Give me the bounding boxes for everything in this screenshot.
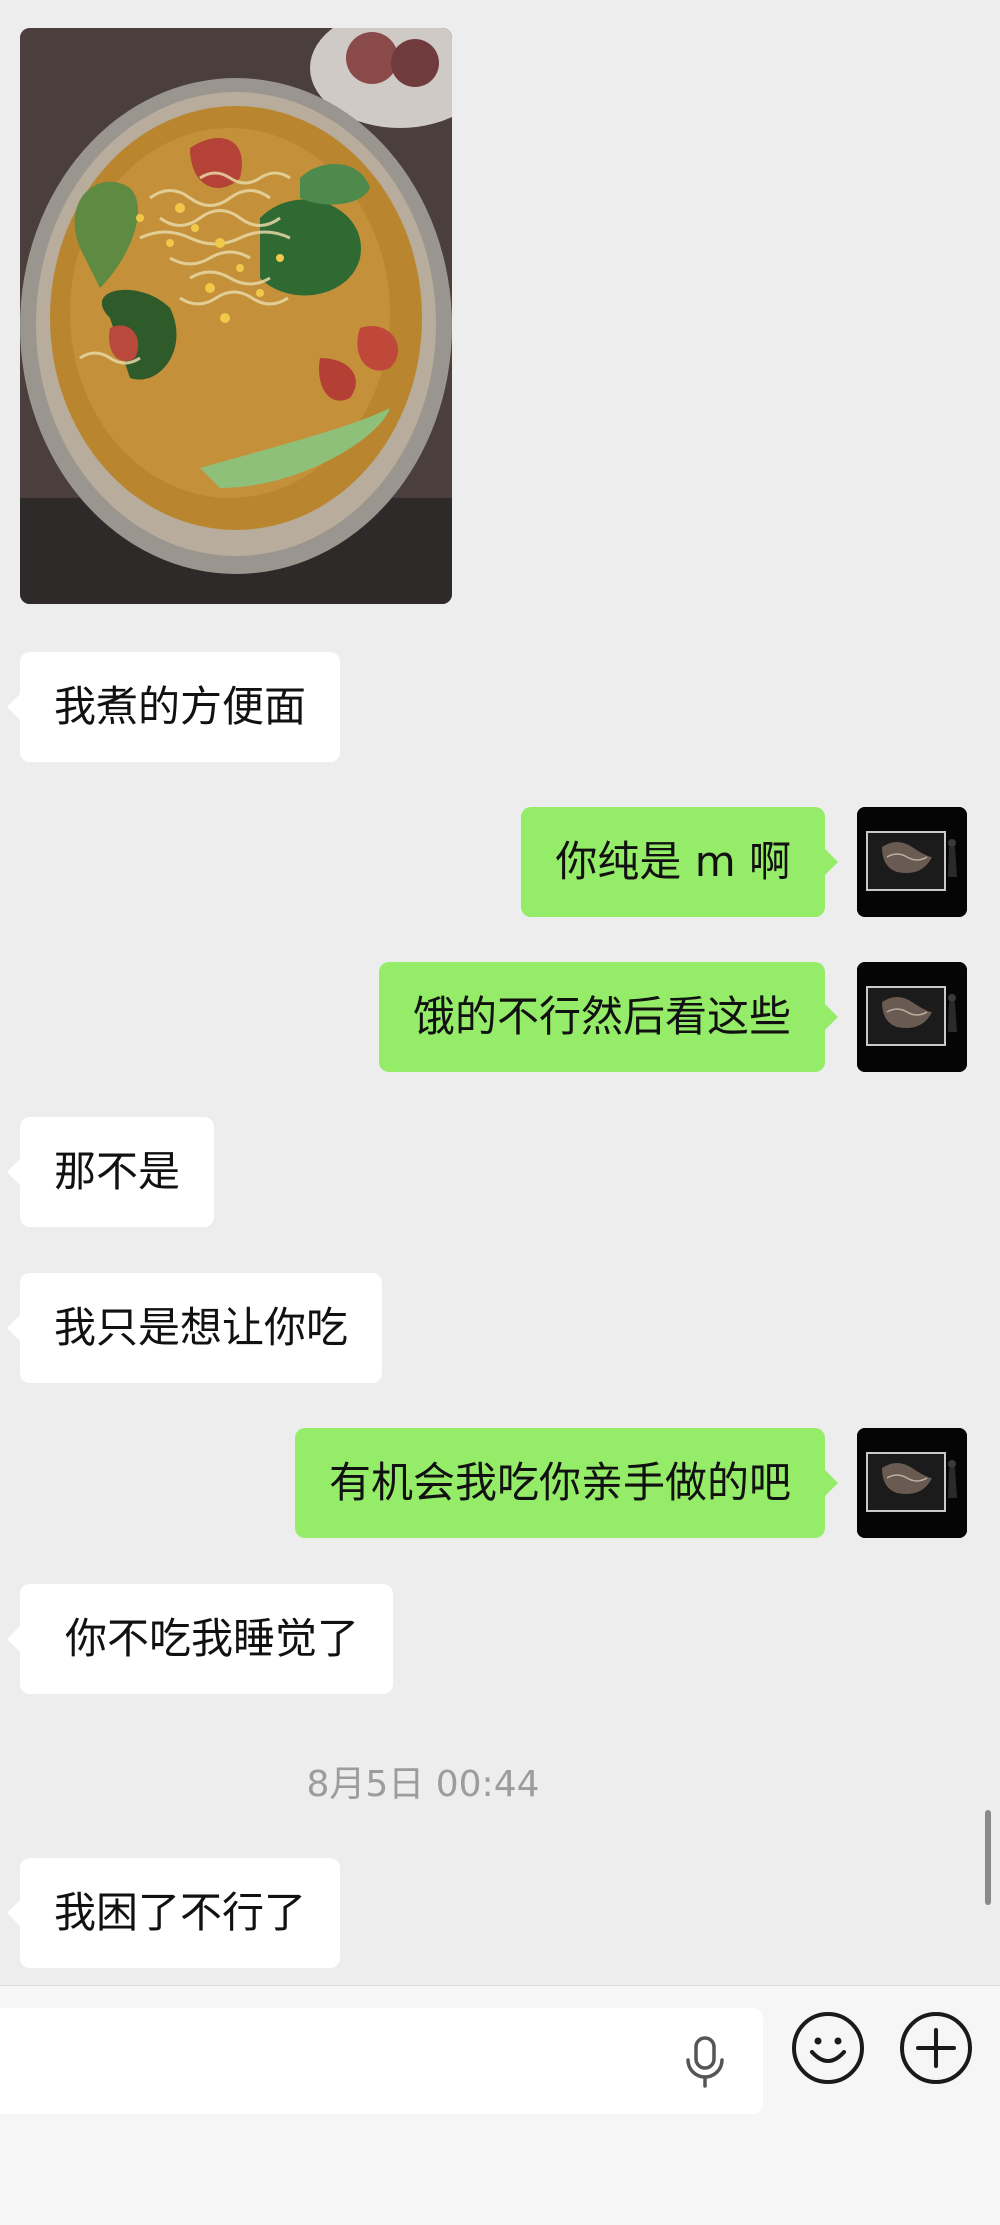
avatar-image-icon xyxy=(857,1428,967,1538)
emoji-smile-icon xyxy=(810,2037,846,2063)
incoming-message-bubble[interactable]: 我煮的方便面 xyxy=(6,652,341,762)
chat-message-list[interactable]: 我煮的方便面 你纯是 m 啊 饿的不行然后看这些 那不是 我只是想让你吃 有机会… xyxy=(0,0,1000,1985)
food-photo-icon xyxy=(20,28,452,604)
plus-button[interactable] xyxy=(900,2012,972,2084)
incoming-message-bubble[interactable]: 那不是 xyxy=(6,1117,215,1227)
outgoing-message-bubble[interactable]: 饿的不行然后看这些 xyxy=(378,962,839,1072)
outgoing-message-bubble[interactable]: 你纯是 m 啊 xyxy=(521,807,838,917)
message-text: 我煮的方便面 xyxy=(54,682,307,731)
emoji-button[interactable] xyxy=(792,2012,864,2084)
message-text: 我困了不行了 xyxy=(54,1888,307,1937)
message-input-bar xyxy=(0,1985,1000,2225)
message-text: 有机会我吃你亲手做的吧 xyxy=(328,1458,791,1507)
message-text: 饿的不行然后看这些 xyxy=(412,992,791,1041)
message-text: 你纯是 m 啊 xyxy=(555,837,791,886)
plus-icon xyxy=(916,2028,956,2068)
food-photo-message[interactable] xyxy=(20,28,452,604)
incoming-message-bubble[interactable]: 我只是想让你吃 xyxy=(6,1273,383,1383)
avatar[interactable] xyxy=(857,962,967,1072)
message-text: 我只是想让你吃 xyxy=(54,1303,349,1352)
incoming-message-bubble[interactable]: 我困了不行了 xyxy=(6,1858,341,1968)
message-text: 你不吃我睡觉了 xyxy=(65,1614,360,1663)
incoming-message-bubble[interactable]: 你不吃我睡觉了 xyxy=(6,1584,394,1694)
outgoing-message-bubble[interactable]: 有机会我吃你亲手做的吧 xyxy=(294,1428,839,1538)
message-input[interactable] xyxy=(0,2008,763,2114)
avatar-image-icon xyxy=(857,962,967,1072)
avatar-image-icon xyxy=(857,807,967,917)
scrollbar[interactable] xyxy=(985,1810,991,1905)
avatar[interactable] xyxy=(857,1428,967,1538)
avatar[interactable] xyxy=(857,807,967,917)
message-text: 那不是 xyxy=(54,1147,181,1196)
message-timestamp: 8月5日 00:44 xyxy=(306,1764,540,1805)
microphone-icon[interactable] xyxy=(683,2036,727,2088)
